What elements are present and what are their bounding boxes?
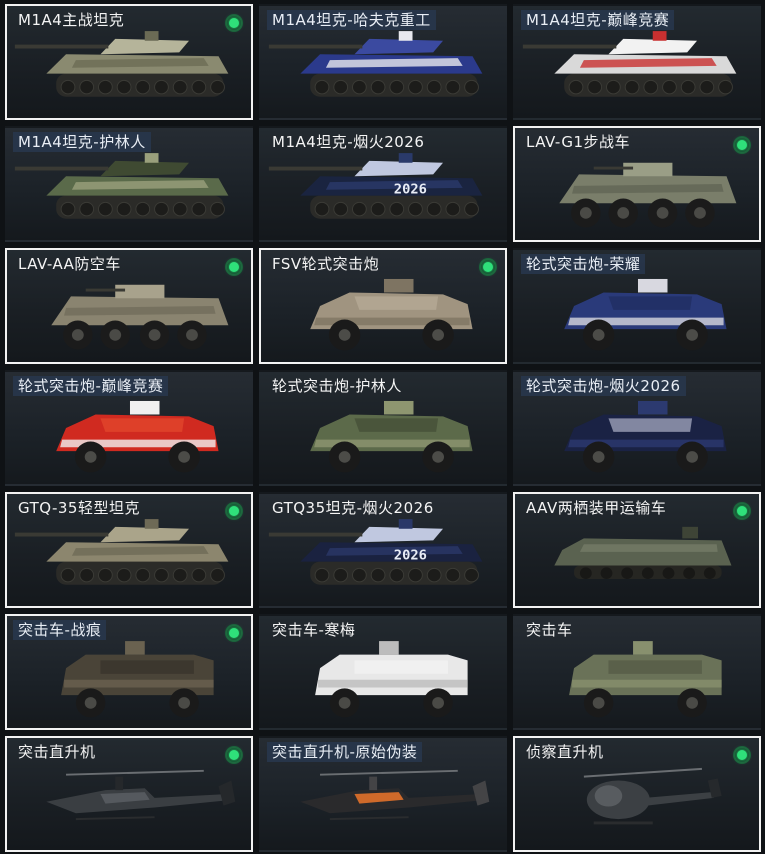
owned-indicator-icon [733,502,751,520]
vehicle-card[interactable]: LAV-G1步战车 [513,126,761,242]
vehicle-name: 突击直升机-原始伪装 [267,742,423,762]
svg-text:2026: 2026 [394,182,427,198]
vehicle-card[interactable]: 突击车 [513,614,761,730]
vehicle-name: M1A4主战坦克 [18,11,125,29]
vehicle-card[interactable]: FSV轮式突击炮 [259,248,507,364]
owned-indicator-icon [225,746,243,764]
owned-indicator-icon [225,502,243,520]
vehicle-name: GTQ-35轻型坦克 [18,499,140,517]
vehicle-card[interactable]: 轮式突击炮-护林人 [259,370,507,486]
vehicle-card[interactable]: AAV两栖装甲运输车 [513,492,761,608]
vehicle-card[interactable]: M1A4主战坦克 [5,4,253,120]
vehicle-card[interactable]: 2026 GTQ35坦克-烟火2026 [259,492,507,608]
vehicle-name: LAV-AA防空车 [18,255,121,273]
vehicle-card[interactable]: 轮式突击炮-荣耀 [513,248,761,364]
vehicle-name: M1A4坦克-哈夫克重工 [267,10,436,30]
owned-indicator-icon [225,624,243,642]
owned-indicator-icon [225,14,243,32]
vehicle-grid: M1A4主战坦克 M1A4坦克-哈夫克重工 M1A4坦克-巅峰竞赛 M1A4坦克-护林… [0,0,765,854]
vehicle-card[interactable]: LAV-AA防空车 [5,248,253,364]
vehicle-card[interactable]: M1A4坦克-巅峰竞赛 [513,4,761,120]
vehicle-name: FSV轮式突击炮 [272,255,380,273]
vehicle-name: LAV-G1步战车 [526,133,631,151]
vehicle-card[interactable]: GTQ-35轻型坦克 [5,492,253,608]
vehicle-name: 突击车-寒梅 [272,621,356,639]
vehicle-card[interactable]: 突击车-战痕 [5,614,253,730]
vehicle-card[interactable]: 侦察直升机 [513,736,761,852]
vehicle-card[interactable]: 突击直升机-原始伪装 [259,736,507,852]
owned-indicator-icon [733,746,751,764]
vehicle-name: GTQ35坦克-烟火2026 [272,499,434,517]
vehicle-card[interactable]: 突击车-寒梅 [259,614,507,730]
vehicle-name: 轮式突击炮-荣耀 [521,254,646,274]
vehicle-name: M1A4坦克-巅峰竞赛 [521,10,675,30]
vehicle-card[interactable]: M1A4坦克-护林人 [5,126,253,242]
owned-indicator-icon [733,136,751,154]
vehicle-card[interactable]: 轮式突击炮-烟火2026 [513,370,761,486]
vehicle-name: M1A4坦克-烟火2026 [272,133,425,151]
vehicle-card[interactable]: 突击直升机 [5,736,253,852]
vehicle-name: 突击车-战痕 [13,620,107,640]
vehicle-name: 轮式突击炮-烟火2026 [521,376,686,396]
owned-indicator-icon [225,258,243,276]
owned-indicator-icon [479,258,497,276]
vehicle-name: 轮式突击炮-护林人 [272,377,402,395]
vehicle-name: 侦察直升机 [526,743,604,761]
vehicle-card[interactable]: M1A4坦克-哈夫克重工 [259,4,507,120]
vehicle-card[interactable]: 轮式突击炮-巅峰竞赛 [5,370,253,486]
vehicle-name: 突击直升机 [18,743,96,761]
vehicle-name: 突击车 [526,621,573,639]
vehicle-name: AAV两栖装甲运输车 [526,499,667,517]
svg-text:2026: 2026 [394,548,427,564]
vehicle-card[interactable]: 2026 M1A4坦克-烟火2026 [259,126,507,242]
vehicle-name: 轮式突击炮-巅峰竞赛 [13,376,169,396]
vehicle-name: M1A4坦克-护林人 [13,132,151,152]
